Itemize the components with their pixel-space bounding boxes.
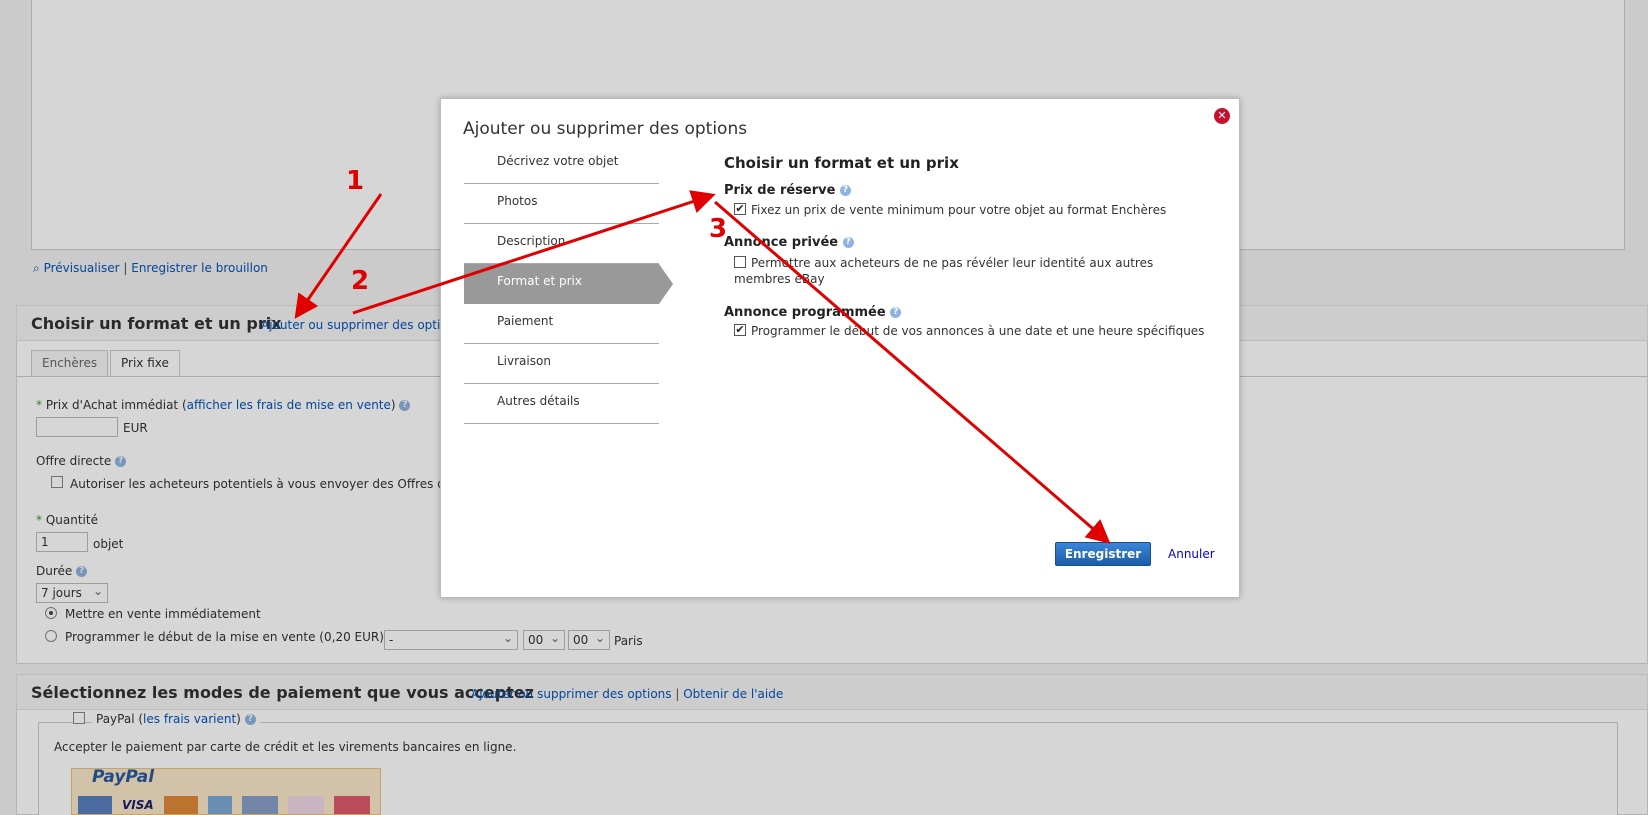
option-heading-reserve: Prix de réserve ? <box>724 183 851 198</box>
scheduled-listing-checkbox[interactable]: ✔ <box>734 324 746 336</box>
help-icon[interactable]: ? <box>890 307 902 318</box>
close-icon[interactable]: ✕ <box>1214 108 1230 124</box>
private-listing-label: Permettre aux acheteurs de ne pas révéle… <box>734 256 1154 286</box>
nav-item-photos[interactable]: Photos <box>464 184 659 224</box>
cancel-link[interactable]: Annuler <box>1168 547 1215 561</box>
option-heading-text: Annonce privée <box>724 235 839 250</box>
reserve-price-label: Fixez un prix de vente minimum pour votr… <box>751 203 1167 217</box>
option-heading-text: Annonce programmée <box>724 305 886 320</box>
help-icon[interactable]: ? <box>839 185 851 196</box>
content-title: Choisir un format et un prix <box>724 154 959 172</box>
nav-item-description[interactable]: Description <box>464 224 659 264</box>
annotation-number-3: 3 <box>709 214 728 244</box>
option-heading-text: Prix de réserve <box>724 183 836 198</box>
nav-item-other[interactable]: Autres détails <box>464 384 659 424</box>
nav-item-shipping[interactable]: Livraison <box>464 344 659 384</box>
modal-nav: Décrivez votre objet Photos Description … <box>464 144 673 424</box>
reserve-price-checkbox[interactable]: ✔ <box>734 203 746 215</box>
nav-item-format-price[interactable]: Format et prix <box>464 264 673 304</box>
option-heading-scheduled: Annonce programmée ? <box>724 305 902 320</box>
nav-item-payment[interactable]: Paiement <box>464 304 659 344</box>
annotation-number-1: 1 <box>346 166 365 196</box>
help-icon[interactable]: ? <box>842 237 854 248</box>
modal-title: Ajouter ou supprimer des options <box>463 119 748 139</box>
scheduled-listing-label: Programmer le début de vos annonces à un… <box>751 324 1205 338</box>
annotation-number-2: 2 <box>351 266 370 296</box>
nav-item-describe[interactable]: Décrivez votre objet <box>464 144 659 184</box>
option-heading-private: Annonce privée ? <box>724 235 854 250</box>
save-button[interactable]: Enregistrer <box>1055 542 1151 566</box>
options-modal: Ajouter ou supprimer des options ✕ Décri… <box>440 98 1240 598</box>
